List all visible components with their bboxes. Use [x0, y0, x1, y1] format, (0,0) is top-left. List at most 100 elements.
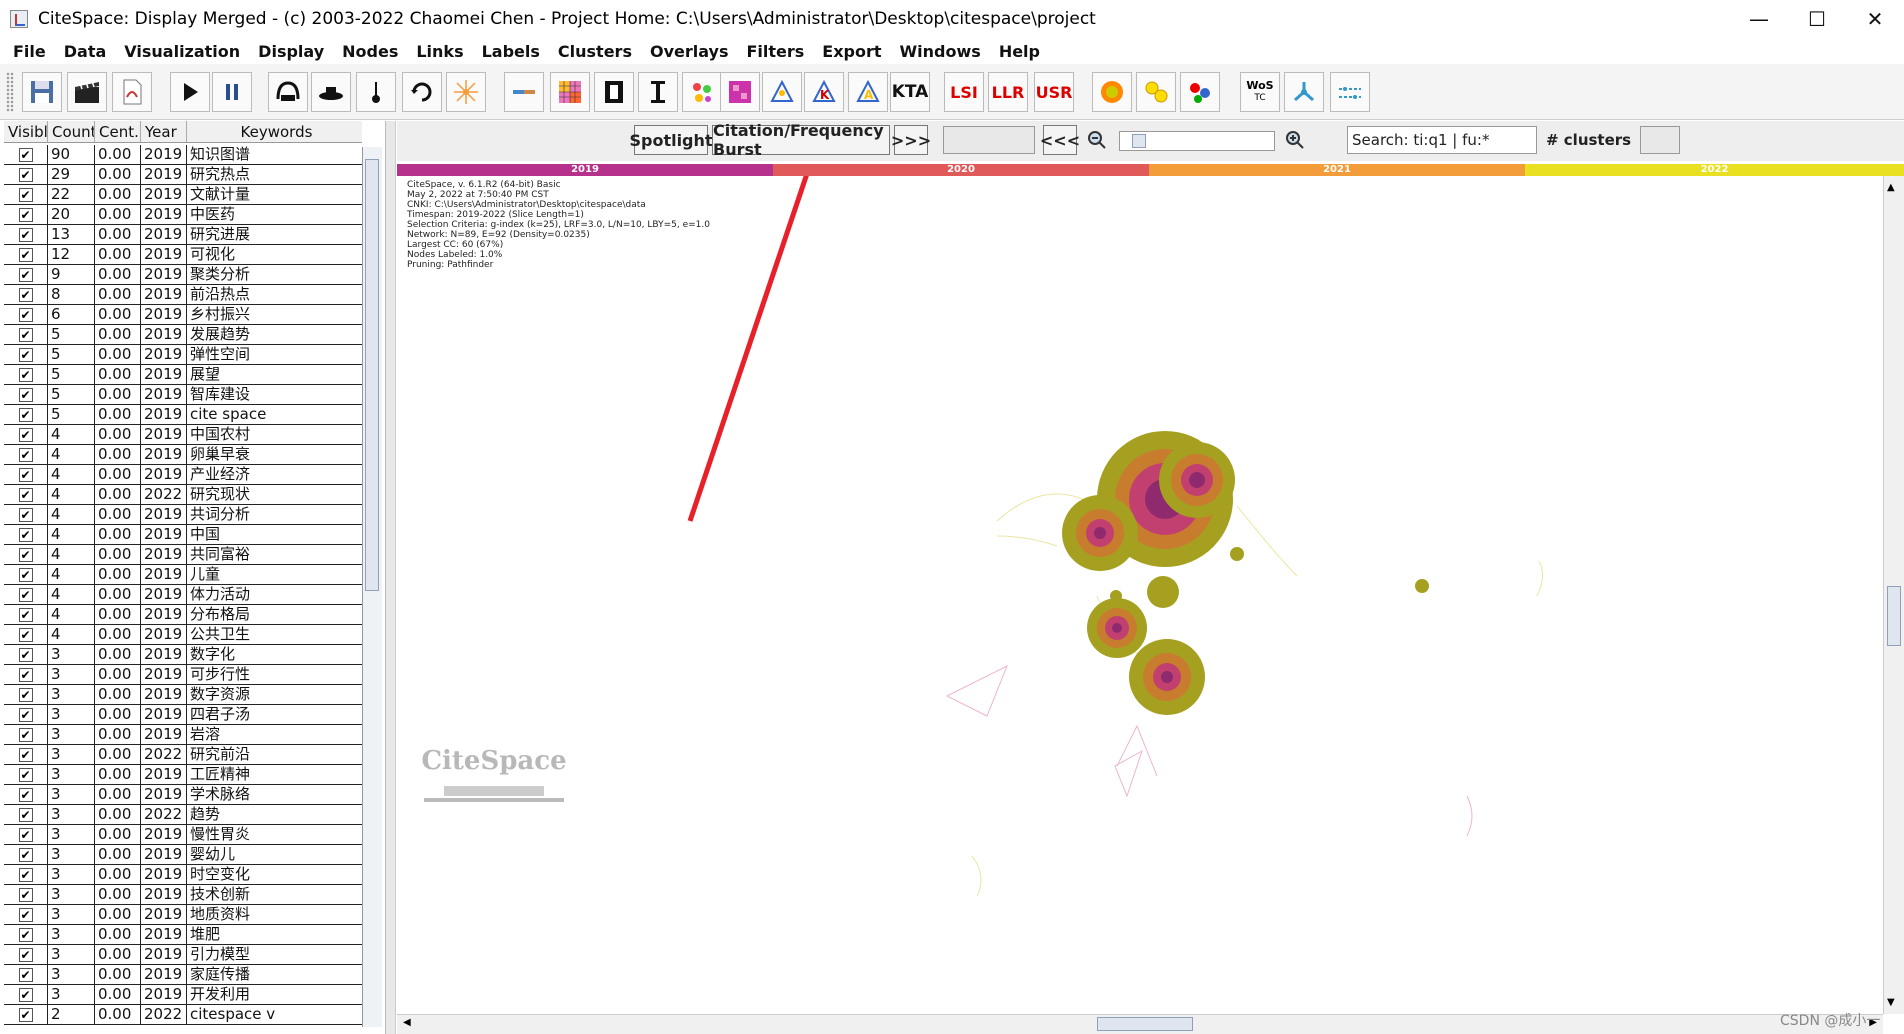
visible-checkbox[interactable]: ✔: [18, 767, 33, 782]
visible-checkbox[interactable]: ✔: [18, 987, 33, 1002]
table-row[interactable]: ✔ 3 0.00 2019 地质资料: [4, 905, 362, 925]
triangle-network-icon[interactable]: [762, 72, 802, 112]
yellow-circles-icon[interactable]: [1136, 72, 1176, 112]
table-row[interactable]: ✔ 3 0.00 2019 工匠精神: [4, 765, 362, 785]
node-zhongyiyao[interactable]: [1087, 598, 1147, 658]
table-row[interactable]: ✔ 3 0.00 2019 引力模型: [4, 945, 362, 965]
table-row[interactable]: ✔ 4 0.00 2022 研究现状: [4, 485, 362, 505]
table-row[interactable]: ✔ 4 0.00 2019 卵巢早衰: [4, 445, 362, 465]
visible-checkbox[interactable]: ✔: [18, 187, 33, 202]
table-row[interactable]: ✔ 5 0.00 2019 cite space: [4, 405, 362, 425]
hat-layout-icon[interactable]: [311, 72, 351, 112]
table-row[interactable]: ✔ 4 0.00 2019 分布格局: [4, 605, 362, 625]
visible-checkbox[interactable]: ✔: [18, 387, 33, 402]
visible-checkbox[interactable]: ✔: [18, 887, 33, 902]
visible-checkbox[interactable]: ✔: [18, 647, 33, 662]
table-row[interactable]: ✔ 5 0.00 2019 智库建设: [4, 385, 362, 405]
menu-windows[interactable]: Windows: [891, 42, 990, 61]
table-scrollbar[interactable]: [362, 147, 382, 1027]
canvas-vscroll-thumb[interactable]: [1887, 586, 1901, 646]
zoom-slider-thumb[interactable]: [1132, 134, 1146, 148]
lsi-button[interactable]: LSI: [944, 72, 984, 112]
table-row[interactable]: ✔ 3 0.00 2019 时空变化: [4, 865, 362, 885]
visible-checkbox[interactable]: ✔: [18, 587, 33, 602]
heatmap-grid-icon[interactable]: [550, 72, 590, 112]
visible-checkbox[interactable]: ✔: [18, 507, 33, 522]
pause-icon[interactable]: [212, 72, 252, 112]
timezone-icon[interactable]: [638, 72, 678, 112]
node-yanjiu-redian[interactable]: [1159, 442, 1235, 518]
visible-checkbox[interactable]: ✔: [18, 907, 33, 922]
color-bar-icon[interactable]: [504, 72, 544, 112]
visible-checkbox[interactable]: ✔: [18, 567, 33, 582]
col-centrality[interactable]: Cent..: [95, 121, 141, 142]
visible-checkbox[interactable]: ✔: [18, 467, 33, 482]
table-row[interactable]: ✔ 3 0.00 2019 四君子汤: [4, 705, 362, 725]
table-row[interactable]: ✔ 3 0.00 2019 家庭传播: [4, 965, 362, 985]
visible-checkbox[interactable]: ✔: [18, 627, 33, 642]
menu-help[interactable]: Help: [990, 42, 1049, 61]
menu-overlays[interactable]: Overlays: [641, 42, 738, 61]
scroll-down-icon[interactable]: ▼: [1887, 997, 1899, 1008]
play-icon[interactable]: [170, 72, 210, 112]
table-row[interactable]: ✔ 2 0.00 2022 citespace v: [4, 1005, 362, 1025]
movie-icon[interactable]: [67, 72, 107, 112]
table-row[interactable]: ✔ 3 0.00 2019 数字资源: [4, 685, 362, 705]
table-row[interactable]: ✔ 5 0.00 2019 发展趋势: [4, 325, 362, 345]
timeline-bold-icon[interactable]: [594, 72, 634, 112]
node-yanjiu-jinzhan[interactable]: [1129, 639, 1205, 715]
canvas-hscroll-thumb[interactable]: [1097, 1017, 1193, 1031]
visible-checkbox[interactable]: ✔: [18, 307, 33, 322]
menu-data[interactable]: Data: [55, 42, 116, 61]
zoom-out-icon[interactable]: [1085, 125, 1109, 155]
table-row[interactable]: ✔ 3 0.00 2019 岩溶: [4, 725, 362, 745]
visible-checkbox[interactable]: ✔: [18, 247, 33, 262]
network-tree-icon[interactable]: [1284, 72, 1324, 112]
visible-checkbox[interactable]: ✔: [18, 407, 33, 422]
table-row[interactable]: ✔ 3 0.00 2019 婴幼儿: [4, 845, 362, 865]
col-keywords[interactable]: Keywords: [187, 121, 362, 142]
menu-clusters[interactable]: Clusters: [549, 42, 641, 61]
save-icon[interactable]: [22, 72, 62, 112]
table-row[interactable]: ✔ 3 0.00 2019 学术脉络: [4, 785, 362, 805]
visible-checkbox[interactable]: ✔: [18, 227, 33, 242]
minimize-button[interactable]: —: [1730, 0, 1788, 38]
spotlight-button[interactable]: Spotlight: [629, 125, 713, 155]
table-row[interactable]: ✔ 5 0.00 2019 弹性空间: [4, 345, 362, 365]
table-row[interactable]: ✔ 3 0.00 2019 堆肥: [4, 925, 362, 945]
visible-checkbox[interactable]: ✔: [18, 267, 33, 282]
table-row[interactable]: ✔ 22 0.00 2019 文献计量: [4, 185, 362, 205]
visible-checkbox[interactable]: ✔: [18, 367, 33, 382]
scroll-up-icon[interactable]: ▲: [1887, 182, 1899, 193]
visible-checkbox[interactable]: ✔: [18, 807, 33, 822]
visible-checkbox[interactable]: ✔: [18, 207, 33, 222]
visible-checkbox[interactable]: ✔: [18, 967, 33, 982]
table-row[interactable]: ✔ 20 0.00 2019 中医药: [4, 205, 362, 225]
layout-arc-icon[interactable]: [268, 72, 308, 112]
visible-checkbox[interactable]: ✔: [18, 287, 33, 302]
table-row[interactable]: ✔ 4 0.00 2019 公共卫生: [4, 625, 362, 645]
visible-checkbox[interactable]: ✔: [18, 667, 33, 682]
table-row[interactable]: ✔ 13 0.00 2019 研究进展: [4, 225, 362, 245]
kta-button[interactable]: KTA: [890, 72, 930, 112]
table-row[interactable]: ✔ 4 0.00 2019 产业经济: [4, 465, 362, 485]
table-row[interactable]: ✔ 6 0.00 2019 乡村振兴: [4, 305, 362, 325]
canvas-vertical-scrollbar[interactable]: ▲ ▼: [1883, 176, 1904, 1014]
menu-nodes[interactable]: Nodes: [333, 42, 407, 61]
split-pane-divider[interactable]: [386, 121, 396, 1034]
visible-checkbox[interactable]: ✔: [18, 527, 33, 542]
table-row[interactable]: ✔ 29 0.00 2019 研究热点: [4, 165, 362, 185]
table-row[interactable]: ✔ 12 0.00 2019 可视化: [4, 245, 362, 265]
visible-checkbox[interactable]: ✔: [18, 827, 33, 842]
network-canvas[interactable]: CiteSpace, v. 6.1.R2 (64-bit) Basic May 2…: [397, 176, 1883, 1014]
menu-export[interactable]: Export: [813, 42, 890, 61]
zoom-in-icon[interactable]: [1283, 125, 1307, 155]
step-field[interactable]: [943, 126, 1035, 154]
llr-button[interactable]: LLR: [988, 72, 1028, 112]
network-graph[interactable]: [397, 176, 1883, 1014]
node-small-4[interactable]: [1110, 590, 1122, 602]
table-scroll-thumb[interactable]: [365, 159, 379, 591]
next-button[interactable]: >>>: [891, 125, 931, 155]
close-button[interactable]: ✕: [1846, 0, 1904, 38]
visible-checkbox[interactable]: ✔: [18, 867, 33, 882]
